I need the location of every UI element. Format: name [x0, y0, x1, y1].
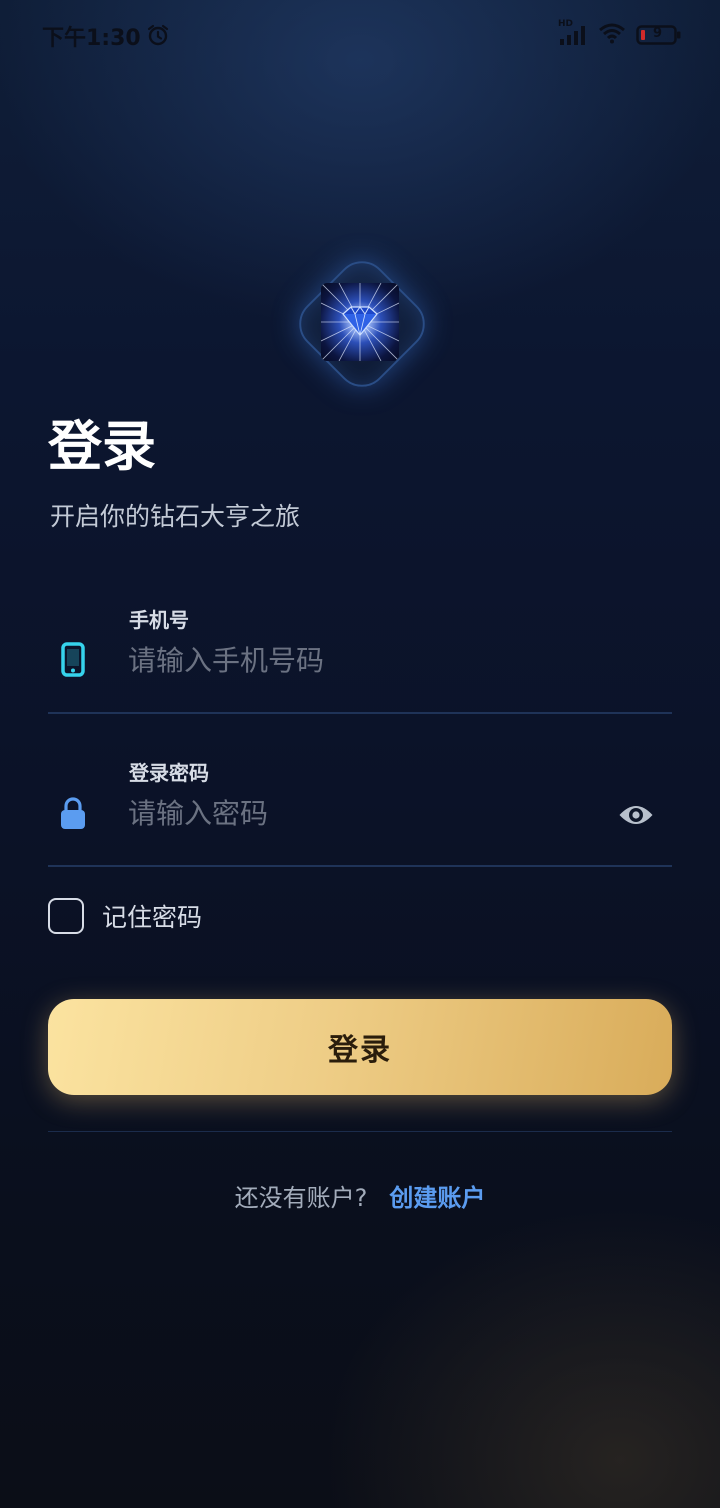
remember-password-checkbox[interactable] — [48, 898, 84, 934]
page-subtitle: 开启你的钻石大亨之旅 — [50, 502, 301, 531]
create-account-link[interactable]: 创建账户 — [389, 1178, 485, 1213]
lock-icon — [56, 795, 90, 831]
phone-field-label: 手机号 — [129, 608, 189, 632]
app-logo — [288, 250, 436, 398]
signup-prompt: 还没有账户? — [234, 1184, 368, 1212]
signal-bars-icon: HD — [558, 19, 588, 47]
eye-icon[interactable] — [618, 801, 654, 833]
status-icons: HD 9 — [558, 19, 682, 48]
wifi-icon — [598, 22, 626, 48]
signup-row: 还没有账户? 创建账户 — [0, 1178, 720, 1213]
password-input[interactable] — [126, 791, 600, 835]
phone-input[interactable] — [126, 638, 600, 682]
login-button[interactable]: 登录 — [48, 999, 672, 1095]
password-field[interactable]: 登录密码 — [48, 739, 672, 867]
remember-password-label: 记住密码 — [102, 903, 203, 932]
mobile-phone-icon — [56, 642, 90, 678]
page-title: 登录 — [48, 415, 156, 478]
battery-icon: 9 — [636, 23, 682, 47]
password-field-label: 登录密码 — [129, 761, 209, 785]
alarm-clock-icon — [146, 23, 170, 51]
phone-field[interactable]: 手机号 — [48, 586, 672, 714]
login-button-label: 登录 — [328, 1034, 392, 1067]
remember-password-row[interactable]: 记住密码 — [48, 898, 202, 934]
divider — [48, 1131, 672, 1132]
status-time: 下午1:30 — [42, 26, 141, 51]
diamond-logo-icon — [321, 283, 399, 361]
battery-level: 9 — [653, 26, 663, 41]
